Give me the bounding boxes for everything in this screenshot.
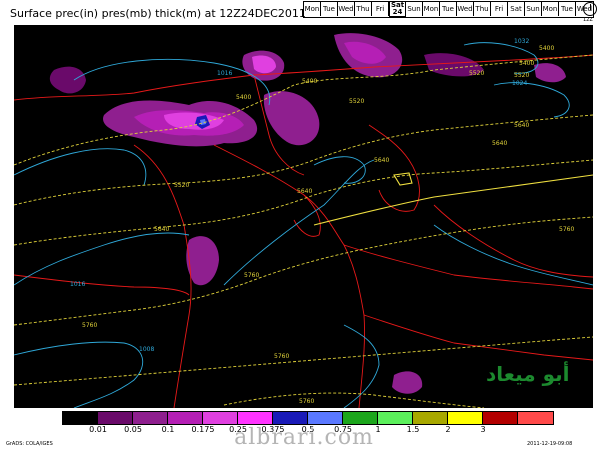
day-cell: Fri [491, 2, 508, 16]
thickness-label: 5400 [236, 94, 251, 101]
thickness-label: 5520 [174, 182, 189, 189]
legend-swatch [518, 412, 553, 424]
day-cell: Tue [440, 2, 457, 16]
thickness-label: 5640 [374, 157, 389, 164]
contour-labels: 5400 5400 5520 5400 5520 5640 5640 5520 … [70, 38, 574, 405]
day-name: Wed [338, 5, 354, 13]
legend-swatch [378, 412, 413, 424]
thickness-label: 5760 [299, 398, 314, 405]
arabic-signature: أبو ميعاد [486, 362, 570, 386]
legend-swatch [168, 412, 203, 424]
precip-area [534, 63, 566, 83]
pressure-label: 1016 [217, 70, 232, 77]
isobar [433, 224, 593, 286]
day-cell: Mon [304, 2, 321, 16]
thickness-label: 5520 [469, 70, 484, 77]
isobar [14, 148, 147, 186]
legend-swatch [448, 412, 483, 424]
thickness-label: 5640 [154, 226, 169, 233]
isobar [493, 82, 570, 118]
legend-swatch [273, 412, 308, 424]
thickness-label: 5760 [274, 353, 289, 360]
day-cell: Mon [542, 2, 559, 16]
pressure-label: 1032 [514, 38, 529, 45]
thickness-label: 5400 [302, 78, 317, 85]
day-cell: Tue [321, 2, 338, 16]
day-name: Mon [542, 5, 558, 13]
legend-swatch [63, 412, 98, 424]
day-cell: Thu [355, 2, 372, 16]
day-name: Fri [375, 5, 385, 13]
legend-swatch [133, 412, 168, 424]
day-strip: Mon Tue Wed Thu Fri Sat 24 Sun Mon Tue Wed Thu Fri Sa… [303, 1, 594, 18]
day-name: Fri [494, 5, 504, 13]
coastline [343, 244, 593, 290]
day-name: Mon [423, 5, 439, 13]
thickness-label: 5640 [297, 188, 312, 195]
thickness-label: 5760 [244, 272, 259, 279]
day-cell: Sat 24 [389, 1, 406, 17]
day-cell: Sat [508, 2, 525, 16]
legend-swatch [483, 412, 518, 424]
isobar [343, 324, 380, 408]
precip-shading [49, 33, 566, 394]
pressure-label: 1008 [139, 346, 154, 353]
weather-map: 5400 5400 5520 5400 5520 5640 5640 5520 … [14, 25, 593, 408]
day-name: Mon [304, 5, 320, 13]
precip-legend [62, 411, 554, 425]
precip-area [263, 91, 320, 146]
day-cell: Fri [372, 2, 389, 16]
dial-label: 12Z [583, 17, 593, 23]
day-cell: Mon [423, 2, 440, 16]
day-name: Sun [526, 5, 540, 13]
thickness-label: 5640 [492, 140, 507, 147]
pressure-label: 1016 [70, 281, 85, 288]
legend-swatch [238, 412, 273, 424]
map-canvas: 5400 5400 5520 5400 5520 5640 5640 5520 … [14, 33, 593, 408]
day-name: Sun [407, 5, 421, 13]
thickness-label: 5640 [514, 122, 529, 129]
thickness-label: 5400 [519, 60, 534, 67]
pressure-label: 1024 [512, 80, 527, 87]
isobar [223, 159, 375, 286]
thickness-label: 5520 [349, 98, 364, 105]
isobars [14, 42, 593, 408]
thickness-contour-solid [313, 172, 593, 226]
day-name: Thu [475, 5, 489, 13]
legend-swatch [413, 412, 448, 424]
legend-swatch [98, 412, 133, 424]
day-cell: Thu [474, 2, 491, 16]
day-cell: Sun [406, 2, 423, 16]
day-name: Wed [457, 5, 473, 13]
thickness-label: 5760 [82, 322, 97, 329]
thickness-label: 5520 [514, 72, 529, 79]
coastline [14, 274, 190, 296]
day-name: Tue [561, 5, 573, 13]
thickness-contour [313, 174, 593, 226]
day-name: Sat [510, 5, 522, 13]
legend-swatch [308, 412, 343, 424]
site-watermark: albrari.com [234, 425, 374, 450]
precip-area [49, 66, 86, 94]
coastline [213, 144, 365, 408]
day-name: Tue [442, 5, 454, 13]
day-cell: Sun [525, 2, 542, 16]
day-name: Thu [356, 5, 370, 13]
precip-area [392, 371, 423, 394]
isobar [14, 341, 144, 408]
map-title: Surface prec(in) pres(mb) thick(m) at 12… [10, 7, 306, 20]
thickness-contour [393, 172, 413, 186]
coastline [368, 124, 420, 212]
legend-swatch [203, 412, 238, 424]
day-cell: Wed [338, 2, 355, 16]
legend-swatch [343, 412, 378, 424]
thickness-label: 5400 [539, 45, 554, 52]
day-date: 24 [392, 8, 403, 16]
day-name: Tue [323, 5, 335, 13]
thickness-label: 5760 [559, 226, 574, 233]
clock-icon [583, 2, 597, 16]
day-cell: Tue [559, 2, 576, 16]
day-cell: Wed [457, 2, 474, 16]
